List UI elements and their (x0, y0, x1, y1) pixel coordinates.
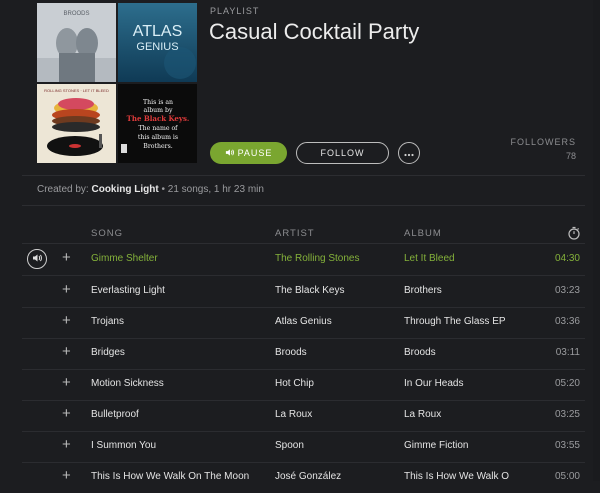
track-duration: 03:25 (554, 409, 580, 420)
art4-line-6: Brothers. (143, 143, 172, 150)
track-artist[interactable]: Atlas Genius (275, 316, 395, 327)
add-track-plus-icon[interactable]: + (62, 406, 71, 422)
art3-text: ROLLING STONES · LET IT BLEED (44, 88, 109, 93)
add-track-plus-icon[interactable]: + (62, 375, 71, 391)
playlist-stats: • 21 songs, 1 hr 23 min (158, 184, 264, 195)
art2-line2: GENIUS (136, 41, 178, 53)
track-album[interactable]: This Is How We Walk O (404, 471, 536, 482)
followers-label: FOLLOWERS (510, 137, 576, 147)
track-duration: 05:20 (554, 378, 580, 389)
track-album[interactable]: In Our Heads (404, 378, 536, 389)
column-header-song[interactable]: SONG (91, 228, 123, 239)
pause-button[interactable]: PAUSE (210, 142, 287, 164)
track-artist[interactable]: Spoon (275, 440, 395, 451)
track-album[interactable]: Broods (404, 347, 536, 358)
table-row[interactable]: + Trojans Atlas Genius Through The Glass… (22, 307, 585, 339)
track-artist[interactable]: Hot Chip (275, 378, 395, 389)
album-art-let-it-bleed: ROLLING STONES · LET IT BLEED (37, 84, 116, 163)
art4-line-3: The Black Keys. (127, 114, 190, 123)
art1-text: BROODS (63, 11, 89, 17)
add-track-plus-icon[interactable]: + (62, 250, 71, 266)
track-duration: 05:00 (554, 471, 580, 482)
header-divider (22, 175, 585, 176)
follow-button[interactable]: FOLLOW (296, 142, 389, 164)
art4-line-2: album by (144, 107, 173, 114)
table-row[interactable]: + Everlasting Light The Black Keys Broth… (22, 276, 585, 308)
add-track-plus-icon[interactable]: + (62, 437, 71, 453)
speaker-icon (225, 148, 234, 159)
follow-label: FOLLOW (320, 148, 365, 158)
now-playing-speaker-button[interactable] (27, 249, 47, 269)
track-song[interactable]: Bridges (91, 347, 267, 358)
speaker-icon (32, 250, 42, 268)
album-art-broods: BROODS (37, 3, 116, 82)
track-album[interactable]: Brothers (404, 285, 536, 296)
creator-link[interactable]: Cooking Light (91, 184, 158, 195)
track-album[interactable]: Let It Bleed (404, 253, 536, 264)
add-track-plus-icon[interactable]: + (62, 282, 71, 298)
track-duration: 03:23 (554, 285, 580, 296)
table-row[interactable]: + I Summon You Spoon Gimme Fiction 03:55 (22, 431, 585, 463)
table-row[interactable]: + Motion Sickness Hot Chip In Our Heads … (22, 369, 585, 401)
track-artist[interactable]: José González (275, 471, 395, 482)
track-artist[interactable]: La Roux (275, 409, 395, 420)
track-duration: 04:30 (554, 253, 580, 264)
meta-divider (22, 205, 585, 206)
add-track-plus-icon[interactable]: + (62, 344, 71, 360)
track-artist[interactable]: The Black Keys (275, 285, 395, 296)
track-song[interactable]: Bulletproof (91, 409, 267, 420)
track-artist[interactable]: The Rolling Stones (275, 253, 395, 264)
table-row[interactable]: + Bridges Broods Broods 03:11 (22, 338, 585, 370)
ellipsis-icon (404, 144, 414, 162)
art4-line-1: This is an (143, 99, 173, 106)
art4-line-5: this album is (138, 134, 178, 141)
add-track-plus-icon[interactable]: + (62, 468, 71, 484)
track-artist[interactable]: Broods (275, 347, 395, 358)
track-song[interactable]: Trojans (91, 316, 267, 327)
track-duration: 03:55 (554, 440, 580, 451)
track-song[interactable]: This Is How We Walk On The Moon (91, 471, 267, 482)
playlist-type-label: PLAYLIST (210, 6, 260, 16)
track-song[interactable]: I Summon You (91, 440, 267, 451)
created-prefix: Created by: (37, 184, 92, 195)
track-duration: 03:36 (554, 316, 580, 327)
track-song[interactable]: Everlasting Light (91, 285, 267, 296)
album-art-brothers: This is an album by The Black Keys. The … (118, 84, 197, 163)
track-song[interactable]: Motion Sickness (91, 378, 267, 389)
track-duration: 03:11 (555, 347, 580, 358)
track-song[interactable]: Gimme Shelter (91, 253, 267, 264)
table-row[interactable]: + Gimme Shelter The Rolling Stones Let I… (22, 244, 585, 276)
track-album[interactable]: La Roux (404, 409, 536, 420)
track-album[interactable]: Gimme Fiction (404, 440, 536, 451)
stopwatch-icon[interactable] (567, 226, 581, 240)
more-options-button[interactable] (398, 142, 420, 164)
playlist-meta: Created by: Cooking Light • 21 songs, 1 … (37, 184, 264, 195)
art4-line-4: The name of (139, 125, 179, 132)
scrollbar-track[interactable] (593, 0, 600, 481)
table-row[interactable]: + Bulletproof La Roux La Roux 03:25 (22, 400, 585, 432)
art2-line1: ATLAS (133, 23, 183, 40)
table-row[interactable]: + This Is How We Walk On The Moon José G… (22, 462, 585, 493)
column-header-artist[interactable]: ARTIST (275, 228, 315, 239)
pause-label: PAUSE (237, 148, 273, 158)
track-album[interactable]: Through The Glass EP (404, 316, 536, 327)
album-art-atlas-genius: ATLAS GENIUS (118, 3, 197, 82)
followers-count: 78 (565, 151, 576, 161)
add-track-plus-icon[interactable]: + (62, 313, 71, 329)
column-header-album[interactable]: ALBUM (404, 228, 442, 239)
playlist-title: Casual Cocktail Party (209, 19, 420, 44)
